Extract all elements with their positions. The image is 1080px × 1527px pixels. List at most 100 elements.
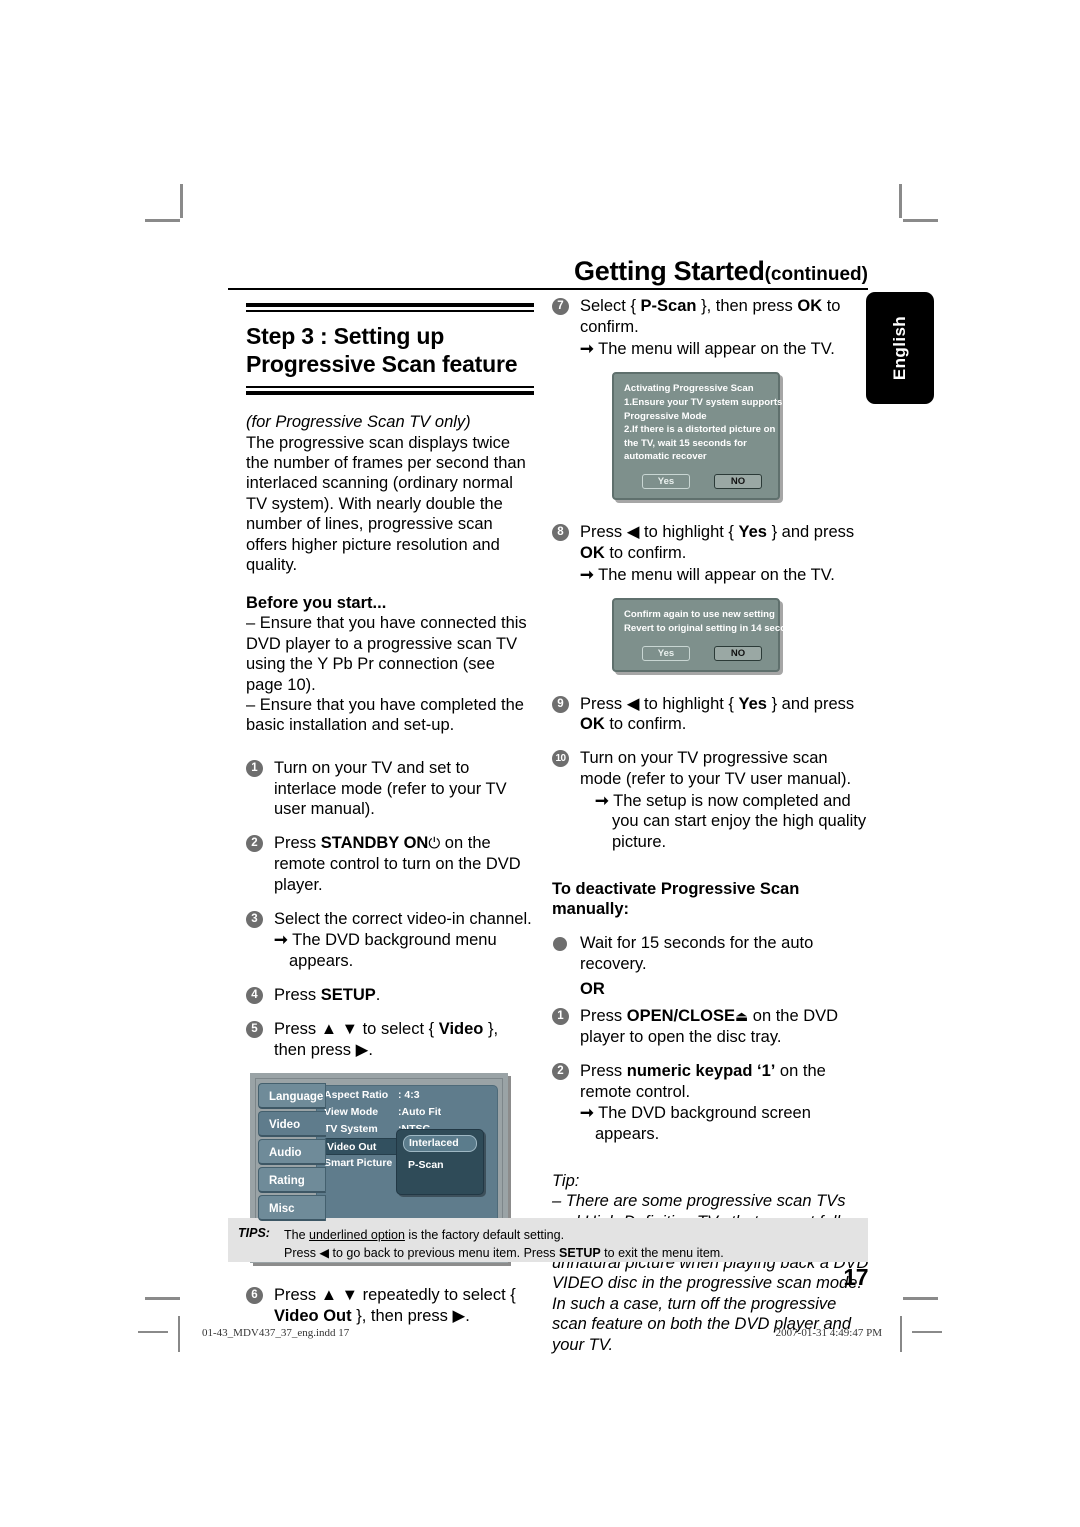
numeric-keypad-label: numeric keypad ‘1’ [626,1061,776,1080]
tips-underlined-option: underlined option [309,1228,405,1242]
dvd-submenu-item-p-scan: P-Scan [408,1159,444,1172]
tips-footer-label: TIPS: [238,1226,270,1240]
tv-dialog-2-buttons: Yes NO [624,645,768,661]
step-6-text-mid: repeatedly to select { [358,1286,516,1305]
step-8-text-post: to confirm. [604,543,687,562]
deactivate-step-2-result-text: The DVD background screen appears. [595,1104,811,1144]
section-heading-line2: Progressive Scan feature [246,351,518,378]
language-tab: English [866,292,934,404]
step-6-number: 6 [246,1287,263,1305]
tv-dialog-1-buttons: Yes NO [624,474,768,489]
dvd-row-view-mode: View Mode:Auto Fit [324,1104,504,1121]
step-8-result: ➞ The menu will appear on the TV. [580,565,870,586]
intro-paragraph: The progressive scan displays twice the … [246,433,526,575]
dvd-row-tv-system-label: TV System [324,1123,378,1136]
result-arrow-icon-10: ➞ [595,791,609,810]
tv-dialog-confirm-again: Confirm again to use new setting Revert … [612,598,803,672]
step-10-result: ➞ The setup is now completed and you can… [580,791,870,853]
manual-page: Getting Started(continued) English Step … [0,0,1080,1527]
step-5-text-pre: Press [274,1019,321,1038]
step-5: 5 Press ▲ ▼ to select { Video }, then pr… [246,1019,534,1061]
left-column: Step 3 : Setting up Progressive Scan fea… [246,303,534,1340]
imposition-filename: 01-43_MDV437_37_eng.indd 17 [202,1327,350,1339]
before-you-start-heading: Before you start... [246,593,387,612]
right-column: 7 Select { P-Scan }, then press OK to co… [552,296,870,1355]
result-arrow-icon-8: ➞ [580,565,594,584]
section-heading-line1: Step 3 : Setting up [246,323,445,349]
tv-dialog-1-line-2: 1.Ensure your TV system supports [624,396,783,408]
step-9-text-pre: Press ◀ to highlight { [580,694,739,713]
step-1-text: Turn on your TV and set to interlace mod… [274,758,507,819]
step-8-result-text: The menu will appear on the TV. [598,565,835,584]
p-scan-label: P-Scan [640,297,697,315]
ok-label-8: OK [580,543,605,562]
step-3: 3 Select the correct video-in channel. ➞… [246,909,534,972]
tips-footer-box: TIPS: The underlined option is the facto… [228,1218,868,1262]
tv-dialog-activating-progressive-scan: Activating Progressive Scan 1.Ensure you… [612,372,783,500]
step-8-text-pre: Press ◀ to highlight { [580,523,739,541]
deactivate-heading-line2: manually: [552,900,630,919]
deactivate-heading-line1: To deactivate Progressive Scan [552,880,800,899]
dvd-tab-language: Language [258,1083,326,1110]
dvd-tab-misc: Misc [258,1195,326,1222]
tips-line2-pre: Press ◀ to go back to previous menu item… [284,1246,560,1261]
up-down-arrows-icon: ▲ ▼ [320,1019,359,1038]
imposition-tick-left [138,1331,168,1333]
intro-italic-note: (for Progressive Scan TV only) [246,413,471,432]
running-head-title: Getting Started [574,256,765,286]
tip-label: Tip: [552,1171,580,1190]
deactivate-bullet-text: Wait for 15 seconds for the auto recover… [580,933,814,973]
deactivate-step-2-pre: Press [580,1061,627,1080]
step-8-number: 8 [552,524,569,541]
imposition-footer: 01-43_MDV437_37_eng.indd 17 2007-01-31 4… [178,1316,902,1352]
open-close-label: OPEN/CLOSE [626,1007,735,1026]
dvd-video-out-submenu: Interlaced P-Scan [396,1129,484,1196]
deactivate-step-1-pre: Press [580,1007,627,1026]
step-7-text-pre: Select { [580,297,641,315]
yes-label-9: Yes [738,694,767,713]
step-9-text-post: to confirm. [604,715,687,734]
tv-dialog-1-no-button: NO [714,474,762,489]
dvd-row-aspect-ratio: Aspect Ratio: 4:3 [324,1087,504,1104]
step-7-result-text: The menu will appear on the TV. [598,339,835,358]
tips-footer-line-2: Press ◀ to go back to previous menu item… [284,1244,860,1262]
deactivate-step-1: 1 Press OPEN/CLOSE⏏ on the DVD player to… [552,1006,870,1048]
or-label: OR [580,979,605,998]
up-down-arrows-icon-2: ▲ ▼ [320,1286,359,1305]
before-you-start-item-1: – Ensure that you have connected this DV… [246,614,527,694]
tv-dialog-2-no-button: NO [714,645,762,661]
step-10-number: 10 [552,750,569,768]
or-separator: OR [552,979,870,1000]
ok-label-7: OK [797,297,823,315]
result-arrow-icon-d2: ➞ [580,1104,594,1123]
dvd-submenu-item-interlaced: Interlaced [403,1135,477,1153]
tv-dialog-1-line-6: automatic recover [624,451,707,463]
tv-dialog-1-line-4: 2.If there is a distorted picture on [624,424,776,436]
standby-on-label: STANDBY ON [320,834,429,853]
tv-dialog-1-yes-button: Yes [642,474,690,489]
tips-line2-post: to exit the menu item. [600,1246,724,1261]
eject-icon: ⏏ [734,1008,749,1025]
step-9-number: 9 [552,695,569,713]
power-icon: ⏻ [428,835,441,853]
section-heading-rule-bottom [246,386,534,396]
step-4: 4 Press SETUP. [246,985,534,1006]
step-7-number: 7 [552,298,569,315]
dvd-row-view-mode-label: View Mode [324,1106,379,1119]
section-heading: Step 3 : Setting up Progressive Scan fea… [246,322,534,378]
tv-dialog-1-line-1: Activating Progressive Scan [624,383,754,395]
step-10: 10 Turn on your TV progressive scan mode… [552,748,870,853]
step-3-text: Select the correct video-in channel. [274,909,532,928]
section-heading-rule-top [246,303,534,312]
running-head-subtitle: (continued) [764,264,868,285]
imposition-tick-right [912,1331,942,1333]
step-3-result: ➞ The DVD background menu appears. [274,930,534,972]
dvd-tab-rating: Rating [258,1167,326,1194]
dvd-menu-tab-list: Language Video Audio Rating Misc [258,1083,326,1223]
step-5-number: 5 [246,1020,263,1038]
step-10-result-text: The setup is now completed and you can s… [612,791,867,852]
tv-dialog-2-line-1: Confirm again to use new setting [624,609,775,621]
video-menu-label: Video [438,1019,484,1038]
step-8: 8 Press ◀ to highlight { Yes } and press… [552,522,870,585]
language-tab-label: English [890,315,909,381]
